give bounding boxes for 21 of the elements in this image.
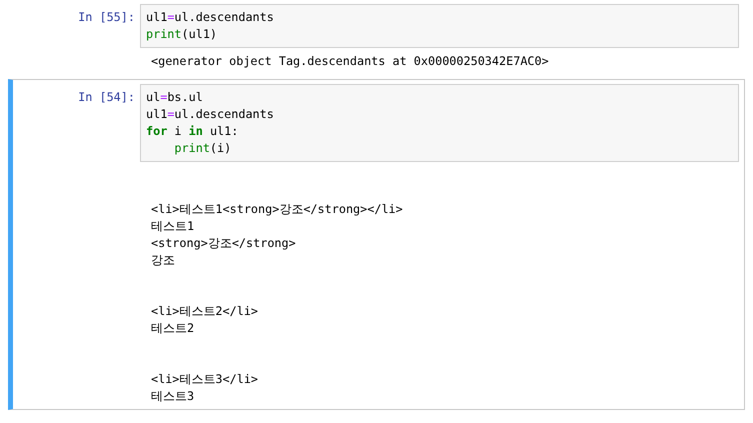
output-text: 강조 (150, 252, 176, 269)
output-text: 테스트3 (150, 388, 196, 405)
code-line: ul=bs.ul (146, 89, 204, 106)
output-text: <li>테스트2</li> (150, 303, 260, 320)
code-line: for i in ul1: (146, 123, 240, 140)
code-input-area[interactable]: ul=bs.ul ul1=ul.descendants for i in ul1: print(i) (140, 84, 739, 162)
output-text: <li>테스트1<strong>강조</strong></li> (150, 201, 404, 218)
notebook-cell[interactable]: In [54]: ul=bs.ul ul1=ul.descendants for i in ul1: print(i) <li>테스트1<strong>강조</strong></li> 테스트1 <strong>강조</strong> 강조 <li>테스트2</li> 테스트2 <li>테스트3</li> 테스트3 (8, 79, 745, 410)
code-line: ul1=ul.descendants (146, 9, 275, 26)
code-line: print(ul1) (146, 26, 218, 43)
code-line: print(i) (173, 140, 232, 157)
output-text: <li>테스트3</li> (150, 371, 260, 388)
output-text: <strong>강조</strong> (150, 235, 297, 252)
output-text: <generator object Tag.descendants at 0x00000250342E7AC0> (150, 53, 550, 70)
code-line: ul1=ul.descendants (146, 106, 275, 123)
input-prompt: In [54]: (77, 89, 136, 106)
output-text: 테스트2 (150, 320, 196, 337)
input-prompt: In [55]: (77, 9, 136, 26)
code-input-area[interactable]: ul1=ul.descendants print(ul1) (140, 4, 739, 48)
notebook-cell[interactable]: In [55]: ul1=ul.descendants print(ul1) <generator object Tag.descendants at 0x00000250342E7AC0> (8, 0, 745, 75)
output-text: 테스트1 (150, 218, 196, 235)
